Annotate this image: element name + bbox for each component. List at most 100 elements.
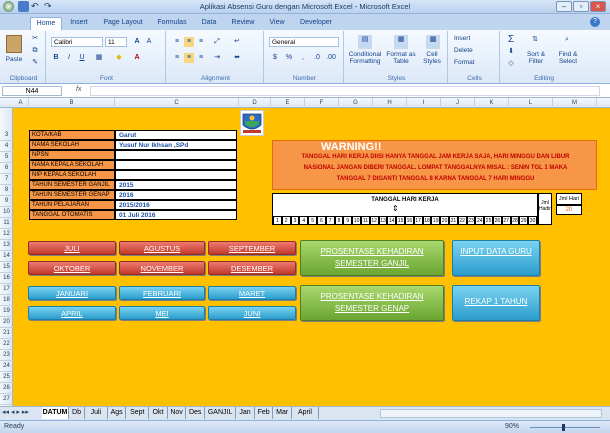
decrease-decimal-icon[interactable]: .00 bbox=[326, 53, 336, 63]
sheet-tab[interactable]: Mar bbox=[273, 407, 292, 419]
help-icon[interactable]: ? bbox=[590, 17, 600, 27]
day-cell[interactable]: 9 bbox=[343, 216, 353, 225]
day-cell[interactable]: 22 bbox=[457, 216, 467, 225]
row-header[interactable]: 13 bbox=[0, 240, 13, 251]
sheet-tab[interactable]: Jan bbox=[236, 407, 255, 419]
row-header[interactable]: 27 bbox=[0, 394, 13, 405]
day-cell[interactable]: 5 bbox=[308, 216, 317, 225]
orientation-icon[interactable]: ⤢ bbox=[212, 37, 222, 47]
fill-icon[interactable]: ⬇ bbox=[506, 47, 516, 57]
sheet-tab[interactable]: Juli bbox=[85, 407, 108, 419]
row-header[interactable]: 6 bbox=[0, 163, 13, 174]
close-button[interactable]: × bbox=[590, 1, 606, 12]
shrink-font-icon[interactable]: A bbox=[144, 37, 154, 47]
day-cell[interactable]: 2 bbox=[281, 216, 291, 225]
month-button-januari[interactable]: JANUARI bbox=[28, 286, 116, 300]
font-name-select[interactable]: Calibri bbox=[51, 37, 103, 47]
percent-icon[interactable]: % bbox=[284, 53, 294, 63]
sheet-tab[interactable]: Nov bbox=[168, 407, 187, 419]
minimize-button[interactable]: – bbox=[556, 1, 572, 12]
info-value[interactable] bbox=[115, 150, 237, 160]
align-right-icon[interactable]: ≡ bbox=[196, 53, 206, 63]
month-button-september[interactable]: SEPTEMBER bbox=[208, 241, 296, 255]
column-header[interactable]: I bbox=[407, 98, 441, 108]
copy-icon[interactable]: ⧉ bbox=[30, 46, 40, 56]
row-header[interactable]: 19 bbox=[0, 306, 13, 317]
zoom-thumb[interactable] bbox=[562, 424, 565, 431]
merge-center-icon[interactable]: ⬌ bbox=[232, 53, 242, 63]
row-header[interactable]: 22 bbox=[0, 339, 13, 350]
day-cell[interactable]: 26 bbox=[493, 216, 502, 225]
month-button-oktober[interactable]: OKTOBER bbox=[28, 261, 116, 275]
row-header[interactable]: 7 bbox=[0, 174, 13, 185]
zoom-level[interactable]: 90% bbox=[505, 423, 519, 430]
day-cell[interactable]: 11 bbox=[361, 216, 370, 225]
tab-data[interactable]: Data bbox=[196, 17, 222, 30]
row-header[interactable]: 5 bbox=[0, 152, 13, 163]
cell-styles-icon[interactable]: ▩ bbox=[426, 35, 440, 49]
align-bottom-icon[interactable]: ≡ bbox=[196, 37, 206, 47]
sort-filter-icon[interactable]: ⇅ bbox=[528, 35, 542, 49]
tab-developer[interactable]: Developer bbox=[294, 17, 338, 30]
column-header[interactable]: G bbox=[339, 98, 373, 108]
row-header[interactable]: 25 bbox=[0, 372, 13, 383]
fill-color-icon[interactable]: ◆ bbox=[114, 53, 124, 63]
row-header[interactable]: 24 bbox=[0, 361, 13, 372]
sheet-tab[interactable]: DATUM bbox=[42, 407, 69, 419]
row-header[interactable]: 4 bbox=[0, 141, 13, 152]
restore-button[interactable]: ▫ bbox=[573, 1, 589, 12]
grow-font-icon[interactable]: A bbox=[132, 37, 142, 47]
row-header[interactable]: 17 bbox=[0, 284, 13, 295]
tab-review[interactable]: Review bbox=[226, 17, 260, 30]
day-cell[interactable]: 4 bbox=[299, 216, 309, 225]
clear-icon[interactable]: ◇ bbox=[506, 59, 516, 69]
underline-icon[interactable]: U bbox=[77, 53, 87, 63]
info-value[interactable]: 2015/2016 bbox=[115, 200, 237, 210]
format-table-label[interactable]: Format as Table bbox=[384, 51, 418, 65]
info-value[interactable]: 2016 bbox=[115, 190, 237, 200]
tab-insert[interactable]: Insert bbox=[64, 17, 94, 30]
tab-page-layout[interactable]: Page Layout bbox=[98, 17, 148, 30]
day-cell[interactable]: 28 bbox=[510, 216, 520, 225]
day-cell[interactable]: 14 bbox=[387, 216, 397, 225]
row-header[interactable]: 12 bbox=[0, 229, 13, 240]
day-cell[interactable]: 16 bbox=[405, 216, 414, 225]
sheet-tab[interactable]: Okt bbox=[149, 407, 168, 419]
month-button-november[interactable]: NOVEMBER bbox=[119, 261, 205, 275]
month-button-mei[interactable]: MEI bbox=[119, 306, 205, 320]
info-value[interactable]: 2015 bbox=[115, 180, 237, 190]
tab-formulas[interactable]: Formulas bbox=[152, 17, 192, 30]
row-header[interactable]: 9 bbox=[0, 196, 13, 207]
format-cells-button[interactable]: Format bbox=[454, 59, 494, 66]
row-header[interactable]: 14 bbox=[0, 251, 13, 262]
align-top-icon[interactable]: ≡ bbox=[172, 37, 182, 47]
row-header[interactable]: 10 bbox=[0, 207, 13, 218]
day-cell[interactable]: 23 bbox=[466, 216, 476, 225]
day-cell[interactable]: 7 bbox=[325, 216, 335, 225]
info-value[interactable] bbox=[115, 170, 237, 180]
bold-icon[interactable]: B bbox=[51, 53, 61, 63]
info-value[interactable]: 01 Juli 2016 bbox=[115, 210, 237, 220]
sort-filter-label[interactable]: Sort & Filter bbox=[520, 51, 552, 65]
info-value[interactable]: Yusuf Nur Ikhsan ,SPd bbox=[115, 140, 237, 150]
month-button-maret[interactable]: MARET bbox=[208, 286, 296, 300]
day-cell[interactable]: 6 bbox=[317, 216, 326, 225]
day-cell[interactable]: 18 bbox=[422, 216, 432, 225]
day-cell[interactable]: 3 bbox=[290, 216, 300, 225]
formula-input[interactable] bbox=[90, 86, 600, 96]
day-cell[interactable]: 27 bbox=[501, 216, 511, 225]
increase-decimal-icon[interactable]: .0 bbox=[312, 53, 322, 63]
sheet-tab[interactable]: GANJIL bbox=[205, 407, 237, 419]
number-format-select[interactable]: General bbox=[269, 37, 339, 47]
day-cell[interactable]: 15 bbox=[396, 216, 405, 225]
day-cell[interactable]: 10 bbox=[352, 216, 361, 225]
paste-icon[interactable] bbox=[6, 35, 22, 53]
day-cell[interactable]: 1 bbox=[273, 216, 282, 225]
horizontal-scrollbar[interactable] bbox=[380, 409, 602, 418]
day-cell[interactable]: 21 bbox=[449, 216, 458, 225]
day-cell[interactable]: 20 bbox=[440, 216, 449, 225]
column-header[interactable]: E bbox=[271, 98, 305, 108]
column-header[interactable]: C bbox=[115, 98, 239, 108]
day-cell[interactable]: 29 bbox=[519, 216, 529, 225]
insert-cells-button[interactable]: Insert bbox=[454, 35, 494, 42]
